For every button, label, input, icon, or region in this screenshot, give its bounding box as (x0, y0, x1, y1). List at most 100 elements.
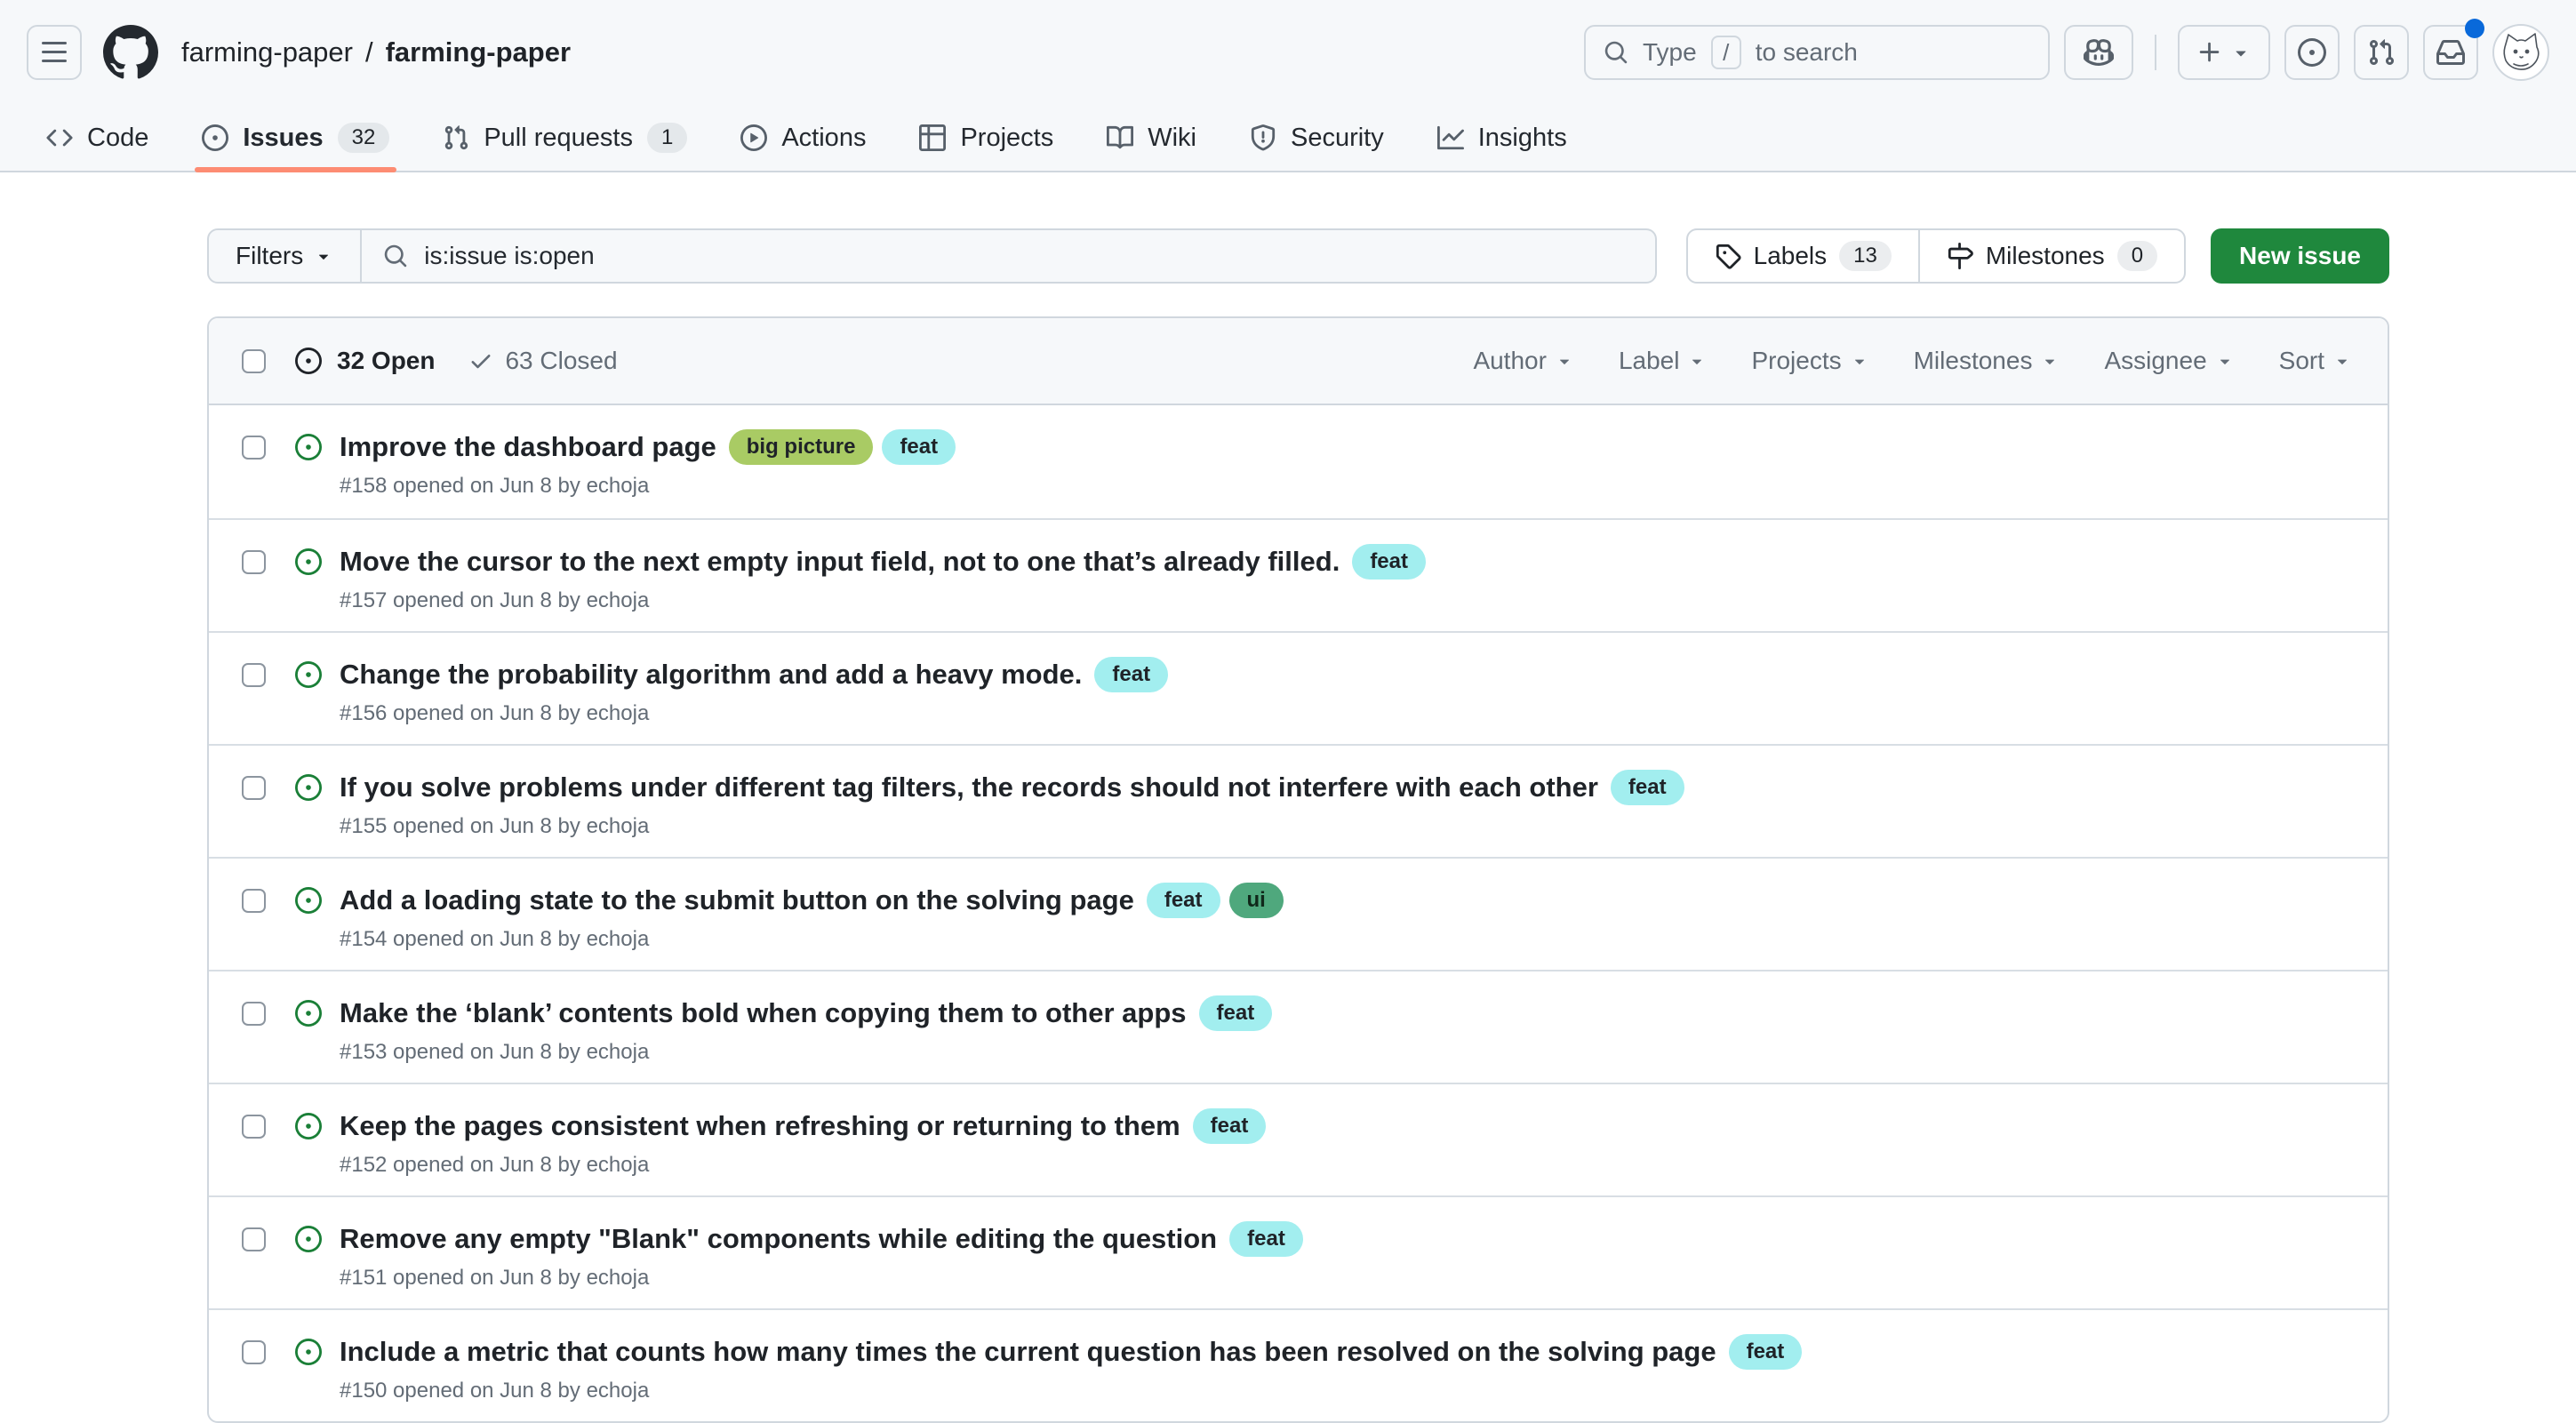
issue-label-pill[interactable]: big picture (729, 429, 874, 465)
tab-issues[interactable]: Issues 32 (175, 105, 416, 171)
tab-actions[interactable]: Actions (714, 105, 892, 171)
milestones-link[interactable]: Milestones 0 (1918, 230, 2184, 282)
hamburger-button[interactable] (27, 25, 82, 80)
caret-down-icon (1687, 351, 1707, 371)
issue-labels: featui (1147, 883, 1284, 918)
issue-row: Improve the dashboard page big picturefe… (209, 405, 2388, 518)
milestones-count-badge: 0 (2117, 241, 2157, 271)
issue-select-checkbox[interactable] (242, 776, 266, 800)
label-filter-dropdown[interactable]: Label (1619, 347, 1708, 375)
issue-opened-icon (295, 348, 322, 374)
breadcrumb-separator: / (365, 36, 373, 68)
inbox-button[interactable] (2423, 25, 2478, 80)
issue-select-checkbox[interactable] (242, 1115, 266, 1139)
issue-meta: #152 opened on Jun 8 by echoja (340, 1152, 1266, 1179)
your-pull-requests-button[interactable] (2354, 25, 2409, 80)
issue-label-pill[interactable]: feat (1729, 1334, 1803, 1370)
issue-select-checkbox[interactable] (242, 1002, 266, 1026)
table-icon (919, 124, 946, 151)
tab-label: Projects (960, 124, 1053, 153)
global-search-box[interactable]: Type / to search (1584, 25, 2050, 80)
avatar[interactable] (2492, 24, 2549, 81)
issue-label-pill[interactable]: ui (1229, 883, 1284, 918)
new-issue-button[interactable]: New issue (2211, 228, 2389, 284)
issue-select-checkbox[interactable] (242, 436, 266, 460)
copilot-button[interactable] (2064, 25, 2133, 80)
closed-issues-filter[interactable]: 63 Closed (468, 347, 617, 375)
milestones-filter-dropdown[interactable]: Milestones (1914, 347, 2060, 375)
issue-opened-icon (295, 1113, 322, 1139)
issue-labels: feat (1193, 1108, 1267, 1144)
search-placeholder-suffix: to search (1756, 38, 1858, 67)
issue-label-pill[interactable]: feat (1147, 883, 1220, 918)
issues-list: 32 Open 63 Closed Author Label Projects … (207, 316, 2389, 1423)
issue-label-pill[interactable]: feat (1229, 1221, 1303, 1257)
search-icon (1604, 40, 1628, 65)
filters-dropdown-button[interactable]: Filters (207, 228, 362, 284)
issue-label-pill[interactable]: feat (1094, 657, 1168, 692)
issue-title-link[interactable]: Make the ‘blank’ contents bold when copy… (340, 995, 1187, 1031)
breadcrumb-repo-link[interactable]: farming-paper (386, 36, 571, 68)
tab-wiki[interactable]: Wiki (1080, 105, 1223, 171)
issue-label-pill[interactable]: feat (1352, 544, 1426, 580)
closed-count-label: 63 Closed (505, 347, 617, 375)
sort-dropdown[interactable]: Sort (2279, 347, 2352, 375)
filter-label: Label (1619, 347, 1680, 375)
open-issues-filter[interactable]: 32 Open (295, 347, 435, 375)
issue-title-link[interactable]: Remove any empty "Blank" components whil… (340, 1221, 1217, 1257)
labels-label: Labels (1754, 242, 1828, 270)
open-count-label: 32 Open (337, 347, 435, 375)
issue-select-checkbox[interactable] (242, 1227, 266, 1251)
issue-title-link[interactable]: If you solve problems under different ta… (340, 770, 1598, 805)
tab-label: Pull requests (484, 124, 633, 153)
issue-title-link[interactable]: Add a loading state to the submit button… (340, 883, 1134, 918)
app-header: farming-paper / farming-paper Type / to … (0, 0, 2576, 172)
issue-select-checkbox[interactable] (242, 550, 266, 574)
issue-meta: #151 opened on Jun 8 by echoja (340, 1265, 1303, 1291)
issue-title-link[interactable]: Improve the dashboard page (340, 429, 716, 465)
labels-link[interactable]: Labels 13 (1688, 230, 1918, 282)
issue-label-pill[interactable]: feat (1199, 995, 1273, 1031)
slash-keycap: / (1711, 36, 1741, 69)
header-divider (2155, 35, 2156, 70)
issue-title-link[interactable]: Keep the pages consistent when refreshin… (340, 1108, 1180, 1144)
issue-label-pill[interactable]: feat (882, 429, 956, 465)
create-new-button[interactable] (2178, 25, 2270, 80)
issue-meta: #156 opened on Jun 8 by echoja (340, 700, 1168, 727)
tab-projects[interactable]: Projects (892, 105, 1080, 171)
issue-label-pill[interactable]: feat (1611, 770, 1684, 805)
tab-pull-requests[interactable]: Pull requests 1 (416, 105, 714, 171)
github-logo[interactable] (103, 25, 158, 80)
caret-down-icon (2040, 351, 2060, 371)
issues-page: Filters Labels 13 Milestones 0 New issue (207, 228, 2389, 1423)
tab-insights[interactable]: Insights (1411, 105, 1594, 171)
tab-label: Actions (781, 124, 866, 153)
breadcrumb-owner-link[interactable]: farming-paper (181, 36, 353, 68)
select-all-checkbox[interactable] (242, 349, 266, 373)
issue-title-link[interactable]: Move the cursor to the next empty input … (340, 544, 1340, 580)
issue-select-checkbox[interactable] (242, 1340, 266, 1364)
issue-opened-icon (295, 434, 322, 460)
issue-title-link[interactable]: Change the probability algorithm and add… (340, 657, 1082, 692)
issue-opened-icon (295, 1226, 322, 1252)
list-filter-dropdowns: Author Label Projects Milestones Assigne… (1473, 347, 2352, 375)
issue-meta: #154 opened on Jun 8 by echoja (340, 926, 1284, 953)
your-issues-button[interactable] (2284, 25, 2340, 80)
issues-list-header: 32 Open 63 Closed Author Label Projects … (209, 318, 2388, 405)
tab-code[interactable]: Code (20, 105, 175, 171)
copilot-icon (2084, 37, 2114, 68)
assignee-filter-dropdown[interactable]: Assignee (2104, 347, 2234, 375)
search-placeholder-prefix: Type (1643, 38, 1697, 67)
tab-security[interactable]: Security (1223, 105, 1411, 171)
issue-select-checkbox[interactable] (242, 663, 266, 687)
projects-filter-dropdown[interactable]: Projects (1751, 347, 1868, 375)
issue-select-checkbox[interactable] (242, 889, 266, 913)
issues-search-input[interactable] (424, 242, 1633, 270)
issue-opened-icon (295, 887, 322, 914)
caret-down-icon (2215, 351, 2235, 371)
issue-label-pill[interactable]: feat (1193, 1108, 1267, 1144)
issue-title-link[interactable]: Include a metric that counts how many ti… (340, 1334, 1716, 1370)
author-filter-dropdown[interactable]: Author (1473, 347, 1574, 375)
issue-labels: feat (1729, 1334, 1803, 1370)
tab-label: Wiki (1148, 124, 1196, 153)
